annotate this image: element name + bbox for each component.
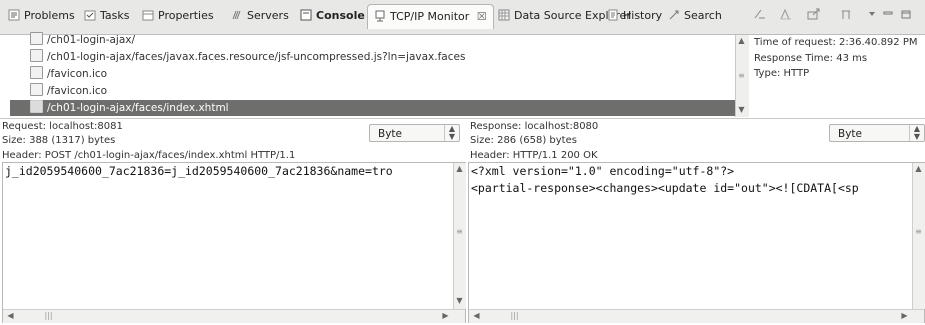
list-item[interactable]: /ch01-login-ajax/faces/javax.faces.resou… [30, 49, 735, 65]
file-icon [30, 49, 43, 62]
data-source-icon [498, 8, 510, 21]
console-icon [300, 8, 312, 21]
tab-label: Search [684, 9, 722, 22]
response-hscrollbar[interactable]: ◀ ||| ▶ [469, 309, 924, 323]
view-menu-icon[interactable] [864, 8, 880, 22]
search-icon [668, 8, 680, 20]
servers-icon [231, 8, 243, 20]
problems-icon [8, 8, 20, 21]
tab-problems[interactable]: Problems [6, 6, 75, 26]
scroll-left-icon[interactable]: ◀ [471, 311, 482, 321]
tab-history[interactable]: History [605, 6, 662, 26]
list-item-label: /ch01-login-ajax/ [47, 34, 136, 46]
request-vscrollbar[interactable]: ▲ ≡ ▼ [453, 163, 466, 309]
clear-icon[interactable] [752, 8, 768, 22]
tasks-icon [84, 8, 96, 21]
response-size: Size: 286 (658) bytes [470, 135, 577, 146]
time-of-request: Time of request: 2:36.40.892 PM [754, 37, 918, 48]
tab-label: Properties [158, 9, 214, 22]
tcpip-monitor-icon [374, 7, 386, 22]
tab-label: Tasks [100, 9, 130, 22]
request-hscrollbar[interactable]: ◀ ||| ▶ [3, 309, 465, 323]
file-icon [30, 66, 43, 79]
request-size: Size: 388 (1317) bytes [2, 135, 116, 146]
tab-console[interactable]: Console [298, 6, 365, 26]
tab-label: History [623, 9, 663, 22]
response-host: Response: localhost:8080 [470, 121, 599, 132]
response-content-pane[interactable]: <?xml version="1.0" encoding="utf-8"?> <… [468, 162, 925, 323]
view-tab-bar: Problems Tasks Properties Servers Consol… [0, 0, 925, 35]
maximize-icon[interactable] [898, 8, 914, 22]
scroll-down-icon[interactable]: ▼ [454, 296, 465, 306]
tab-properties[interactable]: Properties [140, 6, 214, 26]
response-content-line1[interactable]: <?xml version="1.0" encoding="utf-8"?> [471, 164, 734, 178]
spinner-icon: ▲ ▼ [444, 125, 459, 141]
file-icon [30, 32, 43, 45]
scroll-right-icon[interactable]: ▶ [899, 311, 910, 321]
divider [0, 118, 925, 119]
scroll-up-icon[interactable]: ▲ [454, 164, 465, 174]
tab-label: Console [316, 9, 365, 22]
request-format-select[interactable]: Byte ▲ ▼ [369, 124, 460, 142]
file-icon [30, 100, 43, 113]
export-icon[interactable] [806, 8, 822, 22]
response-vscrollbar[interactable]: ▲ ≡ [912, 163, 925, 309]
response-header: Header: HTTP/1.1 200 OK [470, 150, 598, 161]
response-time: Response Time: 43 ms [754, 53, 868, 64]
request-type: Type: HTTP [754, 68, 810, 79]
scroll-left-icon[interactable]: ◀ [5, 311, 16, 321]
tab-search[interactable]: Search [666, 6, 722, 26]
scroll-down-icon[interactable]: ▼ [736, 105, 747, 115]
tab-label: TCP/IP Monitor [390, 10, 470, 23]
tab-tcpip-monitor[interactable]: TCP/IP Monitor ☒ [367, 4, 494, 29]
scroll-thumb-grip[interactable]: ≡ [454, 227, 465, 237]
response-format-value: Byte [838, 128, 862, 140]
request-list: /ch01-login-ajax/ /ch01-login-ajax/faces… [0, 32, 745, 117]
scroll-thumb-grip[interactable]: ||| [509, 311, 520, 321]
list-item-label: /favicon.ico [47, 85, 108, 97]
minimize-icon[interactable] [880, 8, 896, 22]
tab-tasks[interactable]: Tasks [82, 6, 129, 26]
tab-servers[interactable]: Servers [229, 6, 289, 26]
scroll-thumb-grip[interactable]: ||| [43, 311, 54, 321]
list-item[interactable]: /favicon.ico [30, 83, 735, 99]
request-info-panel: Time of request: 2:36.40.892 PM Response… [749, 35, 925, 117]
sort-icon[interactable] [778, 8, 794, 22]
list-item-label: /favicon.ico [47, 68, 108, 80]
response-content-line2[interactable]: <partial-response><changes><update id="o… [471, 181, 859, 195]
scroll-right-icon[interactable]: ▶ [440, 311, 451, 321]
tab-label: Servers [247, 9, 289, 22]
properties-icon [142, 8, 154, 21]
request-header: Header: POST /ch01-login-ajax/faces/inde… [2, 150, 296, 161]
request-host: Request: localhost:8081 [2, 121, 123, 132]
file-icon [30, 83, 43, 96]
close-icon[interactable]: ☒ [477, 10, 487, 23]
tab-label: Problems [24, 9, 75, 22]
request-content[interactable]: j_id2059540600_7ac21836=j_id2059540600_7… [5, 164, 393, 178]
list-item[interactable]: /favicon.ico [30, 66, 735, 82]
spinner-icon: ▲ ▼ [909, 125, 924, 141]
list-item-label: /ch01-login-ajax/faces/index.xhtml [47, 102, 229, 114]
list-item-selected[interactable]: /ch01-login-ajax/faces/index.xhtml [10, 100, 745, 116]
request-content-pane[interactable]: j_id2059540600_7ac21836=j_id2059540600_7… [2, 162, 466, 323]
request-list-scrollbar[interactable]: ▲ ≡ ▼ [735, 35, 749, 117]
pin-icon[interactable] [838, 8, 854, 22]
history-icon [607, 8, 619, 21]
request-format-value: Byte [378, 128, 402, 140]
scroll-thumb-grip[interactable]: ≡ [736, 71, 747, 81]
scroll-up-icon[interactable]: ▲ [736, 36, 747, 46]
response-format-select[interactable]: Byte ▲ ▼ [829, 124, 925, 142]
list-item-label: /ch01-login-ajax/faces/javax.faces.resou… [47, 51, 466, 63]
scroll-up-icon[interactable]: ▲ [913, 164, 924, 174]
scroll-thumb-grip[interactable]: ≡ [913, 227, 924, 237]
list-item[interactable]: /ch01-login-ajax/ [30, 32, 735, 48]
